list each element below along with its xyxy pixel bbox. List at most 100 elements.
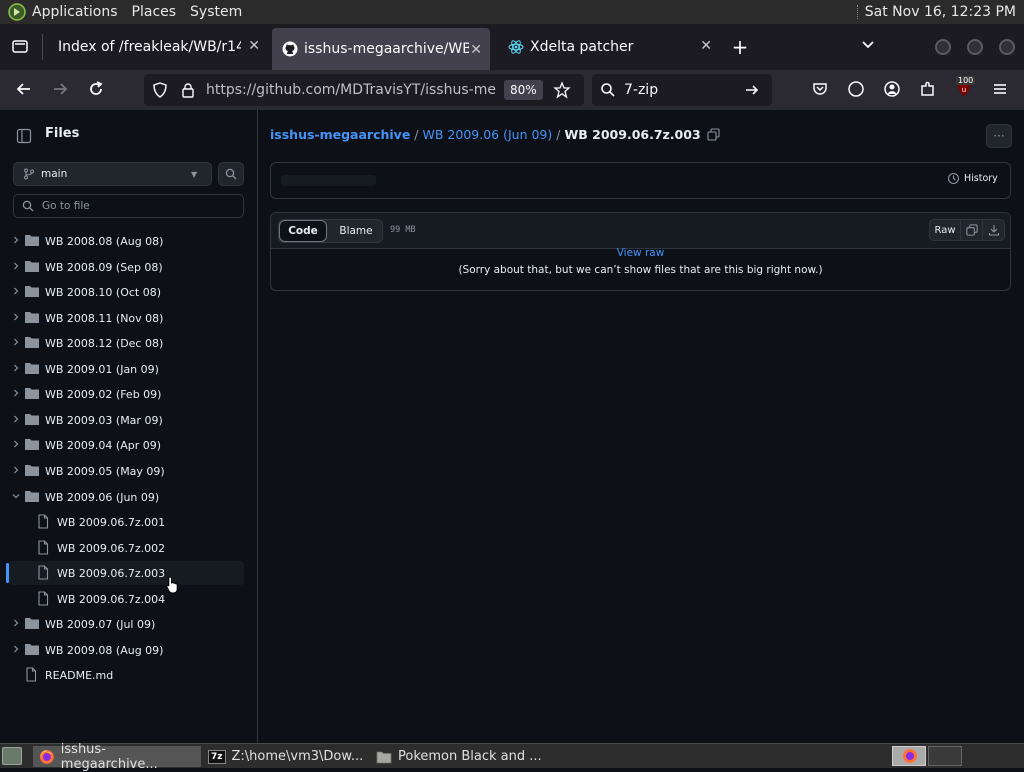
view-raw-link[interactable]: View raw xyxy=(271,247,1010,259)
chevron-right-icon[interactable] xyxy=(8,261,24,274)
task-folder[interactable]: Pokemon Black and ... xyxy=(370,746,550,767)
tab-index-freakleak[interactable]: Index of /freakleak/WB/r14726 ✕ xyxy=(46,24,268,70)
chevron-right-icon[interactable] xyxy=(8,618,24,631)
workspace-2[interactable] xyxy=(928,746,962,766)
go-to-file-input[interactable]: Go to file xyxy=(13,194,244,218)
tree-folder[interactable]: WB 2009.02 (Feb 09) xyxy=(8,382,244,406)
tree-folder[interactable]: WB 2009.01 (Jan 09) xyxy=(8,357,244,381)
download-raw-button[interactable] xyxy=(982,219,1005,241)
close-tab-icon[interactable]: ✕ xyxy=(700,38,712,54)
task-label: isshus-megaarchive... xyxy=(60,741,158,772)
tab-code[interactable]: Code xyxy=(279,220,327,242)
tree-folder[interactable]: WB 2009.05 (May 09) xyxy=(8,459,244,483)
tree-folder[interactable]: WB 2009.04 (Apr 09) xyxy=(8,433,244,457)
url-bar[interactable]: https://github.com/MDTravisYT/isshus-meg… xyxy=(144,74,584,106)
tree-folder[interactable]: WB 2009.08 (Aug 09) xyxy=(8,638,244,662)
chevron-right-icon[interactable] xyxy=(8,337,24,350)
collapse-sidebar-icon[interactable] xyxy=(16,128,32,144)
folder-icon xyxy=(24,335,40,351)
github-icon xyxy=(282,41,298,57)
tab-xdelta-patcher[interactable]: Xdelta patcher ✕ xyxy=(498,24,720,70)
list-all-tabs-icon[interactable] xyxy=(858,37,878,57)
chevron-right-icon[interactable] xyxy=(8,235,24,248)
minimize-window-icon[interactable] xyxy=(935,39,951,55)
task-label: Pokemon Black and ... xyxy=(398,749,542,764)
copy-raw-button[interactable] xyxy=(960,219,983,241)
clock[interactable]: Sat Nov 16, 12:23 PM xyxy=(865,4,1016,20)
file-icon xyxy=(36,514,52,530)
raw-button[interactable]: Raw xyxy=(929,219,961,241)
lock-icon[interactable] xyxy=(180,82,196,98)
tree-folder[interactable]: WB 2009.07 (Jul 09) xyxy=(8,612,244,636)
reload-icon[interactable] xyxy=(86,80,106,100)
workspace-switcher[interactable] xyxy=(892,746,926,766)
pocket-icon[interactable] xyxy=(810,80,830,100)
breadcrumb-repo-link[interactable]: isshus-megaarchive xyxy=(270,127,410,142)
tab-divider xyxy=(42,34,43,60)
search-bar[interactable]: 7-zip xyxy=(592,74,772,106)
tree-item-label: WB 2009.02 (Feb 09) xyxy=(45,387,162,401)
code-tab-label: Code xyxy=(288,225,318,237)
account-icon[interactable] xyxy=(882,80,902,100)
breadcrumb-folder-link[interactable]: WB 2009.06 (Jun 09) xyxy=(423,127,553,142)
close-tab-icon[interactable]: ✕ xyxy=(248,38,260,54)
bookmark-star-icon[interactable] xyxy=(552,81,571,99)
folder-icon xyxy=(24,361,40,377)
chevron-right-icon[interactable] xyxy=(8,644,24,657)
close-tab-icon[interactable]: ✕ xyxy=(470,42,482,58)
tree-file[interactable]: WB 2009.06.7z.002 xyxy=(8,536,244,560)
search-input-value: 7-zip xyxy=(624,82,659,98)
applications-menu[interactable]: Applications xyxy=(32,4,118,20)
show-desktop-icon[interactable] xyxy=(2,747,22,765)
search-files-button[interactable] xyxy=(218,162,244,186)
chevron-down-icon[interactable] xyxy=(8,491,24,504)
task-firefox[interactable]: isshus-megaarchive... xyxy=(33,742,201,772)
tree-file[interactable]: README.md xyxy=(8,663,244,687)
branch-selector[interactable]: main ▼ xyxy=(13,162,212,186)
close-window-icon[interactable] xyxy=(999,39,1015,55)
back-icon[interactable] xyxy=(14,80,34,100)
chevron-right-icon[interactable] xyxy=(8,286,24,299)
chevron-right-icon[interactable] xyxy=(8,312,24,325)
zoom-indicator[interactable]: 80% xyxy=(504,80,543,100)
tree-folder[interactable]: WB 2008.12 (Dec 08) xyxy=(8,331,244,355)
chevron-right-icon[interactable] xyxy=(8,363,24,376)
more-options-button[interactable]: ··· xyxy=(986,124,1012,148)
tree-file[interactable]: WB 2009.06.7z.004 xyxy=(8,587,244,611)
firefox-view-icon[interactable] xyxy=(10,37,30,57)
tree-file[interactable]: WB 2009.06.7z.003 xyxy=(8,561,244,585)
tree-folder[interactable]: WB 2008.08 (Aug 08) xyxy=(8,229,244,253)
tree-folder[interactable]: WB 2009.06 (Jun 09) xyxy=(8,485,244,509)
chevron-right-icon[interactable] xyxy=(8,439,24,452)
file-too-big-message: (Sorry about that, but we can’t show fil… xyxy=(458,264,823,276)
profile-circle-icon[interactable] xyxy=(846,80,866,100)
react-icon xyxy=(508,40,524,54)
places-menu[interactable]: Places xyxy=(132,4,177,20)
extensions-icon[interactable] xyxy=(918,80,938,100)
chevron-right-icon[interactable] xyxy=(8,414,24,427)
chevron-right-icon[interactable] xyxy=(8,388,24,401)
folder-icon xyxy=(24,310,40,326)
history-button[interactable]: History xyxy=(947,172,998,185)
maximize-window-icon[interactable] xyxy=(967,39,983,55)
tab-blame[interactable]: Blame xyxy=(331,220,381,242)
tree-folder[interactable]: WB 2008.09 (Sep 08) xyxy=(8,255,244,279)
copy-path-icon[interactable] xyxy=(707,128,720,141)
search-go-icon[interactable] xyxy=(744,82,760,98)
tree-folder[interactable]: WB 2008.10 (Oct 08) xyxy=(8,280,244,304)
file-content-box: Code Blame 99 MB Raw View raw (Sorry abo… xyxy=(270,212,1011,291)
new-tab-icon[interactable]: + xyxy=(730,37,750,57)
forward-icon[interactable] xyxy=(50,80,70,100)
task-7zip[interactable]: 7z Z:\home\vm3\Dow... xyxy=(202,746,370,767)
navigation-toolbar: https://github.com/MDTravisYT/isshus-meg… xyxy=(0,70,1024,110)
tree-folder[interactable]: WB 2008.11 (Nov 08) xyxy=(8,306,244,330)
folder-icon xyxy=(24,233,40,249)
tree-file[interactable]: WB 2009.06.7z.001 xyxy=(8,510,244,534)
blame-tab-label: Blame xyxy=(339,225,373,237)
tab-github-megaarchive[interactable]: isshus-megaarchive/WB 20 ✕ xyxy=(272,28,490,70)
app-menu-icon[interactable] xyxy=(990,80,1010,100)
tree-folder[interactable]: WB 2009.03 (Mar 09) xyxy=(8,408,244,432)
chevron-right-icon[interactable] xyxy=(8,465,24,478)
tracking-protection-icon[interactable] xyxy=(152,82,168,98)
system-menu[interactable]: System xyxy=(190,4,242,20)
